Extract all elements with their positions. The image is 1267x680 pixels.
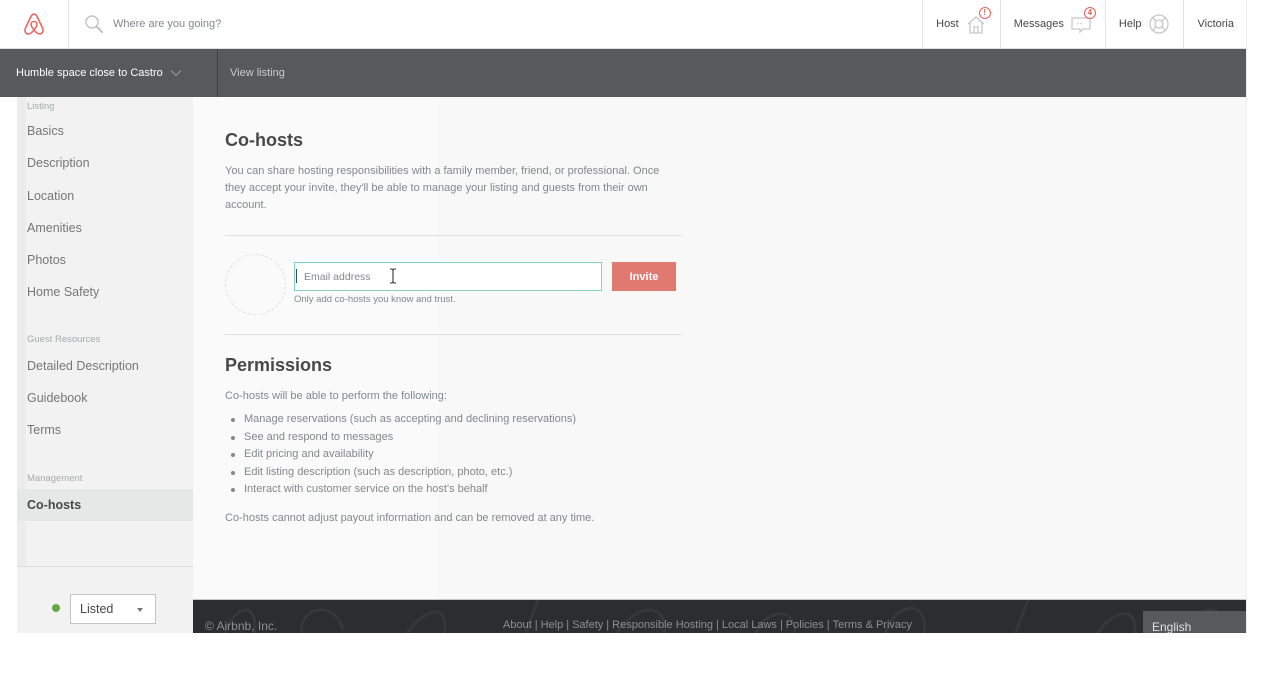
- sidebar-group-management: Management: [27, 473, 83, 484]
- permissions-title: Permissions: [225, 355, 333, 375]
- footer-links: About | Help | Safety | Responsible Hosting…: [503, 619, 912, 631]
- ibeam-cursor-icon: [390, 268, 396, 284]
- listing-status-dot: [52, 604, 60, 612]
- email-field[interactable]: [294, 262, 602, 291]
- footer-link-safety[interactable]: Safety: [572, 619, 603, 631]
- messages-count-badge: 4: [1083, 7, 1096, 19]
- search-input[interactable]: [113, 18, 413, 30]
- sidebar-item-detailed-description[interactable]: Detailed Description: [27, 359, 193, 373]
- copyright: © Airbnb, Inc.: [205, 619, 278, 633]
- divider: [225, 334, 682, 335]
- search-icon: [85, 15, 104, 34]
- sidebar-item-location[interactable]: Location: [27, 189, 193, 203]
- blank-area: [0, 633, 1267, 680]
- listing-status-select[interactable]: Listed: [70, 594, 156, 624]
- house-icon: !: [965, 7, 991, 35]
- sidebar-item-co-hosts[interactable]: Co-hosts: [17, 489, 193, 521]
- sidebar-gutter: [0, 97, 17, 633]
- airbnb-logo-icon: [24, 13, 44, 35]
- search-bar[interactable]: [69, 0, 922, 48]
- nav-host-label: Host: [936, 18, 959, 30]
- nav-user[interactable]: Victoria: [1182, 0, 1246, 48]
- logo-link[interactable]: [0, 0, 69, 48]
- permissions-footer: Co-hosts cannot adjust payout informatio…: [225, 512, 595, 524]
- footer-link-about[interactable]: About: [503, 619, 532, 631]
- avatar-placeholder: [225, 254, 286, 315]
- separator: |: [826, 619, 830, 631]
- nav-host[interactable]: Host !: [922, 0, 1000, 48]
- sidebar-divider: [17, 566, 193, 567]
- nav-messages[interactable]: Messages 4: [999, 0, 1105, 48]
- sidebar-group-listing: Listing: [27, 101, 55, 112]
- top-header: Host ! Messages 4 Help Victoria: [0, 0, 1246, 49]
- cohosts-intro: You can share hosting responsibilities w…: [225, 165, 660, 211]
- nav-help-label: Help: [1118, 18, 1142, 30]
- sidebar-item-basics[interactable]: Basics: [27, 124, 193, 138]
- nav-messages-label: Messages: [1013, 18, 1064, 30]
- text-cursor: [296, 269, 297, 283]
- nav-help[interactable]: Help: [1104, 0, 1183, 48]
- list-item: Manage reservations (such as accepting a…: [231, 411, 576, 429]
- listing-name: Humble space close to Castro: [16, 67, 163, 79]
- footer-link-local-laws[interactable]: Local Laws: [722, 619, 777, 631]
- permissions-list: Manage reservations (such as accepting a…: [231, 411, 576, 499]
- chat-bubble-icon: 4: [1070, 7, 1096, 35]
- site-footer: © Airbnb, Inc. About | Help | Safety | Resp…: [193, 599, 1246, 633]
- list-item: See and respond to messages: [231, 429, 576, 447]
- separator: |: [566, 619, 570, 631]
- sidebar-item-guidebook[interactable]: Guidebook: [27, 391, 193, 405]
- separator: |: [606, 619, 610, 631]
- sidebar-item-photos[interactable]: Photos: [27, 253, 193, 267]
- sidebar-item-amenities[interactable]: Amenities: [27, 221, 193, 235]
- user-name: Victoria: [1197, 18, 1234, 30]
- chevron-down-icon: [170, 70, 182, 77]
- view-listing-link[interactable]: View listing: [218, 67, 285, 79]
- footer-link-policies[interactable]: Policies: [786, 619, 824, 631]
- invite-hint: Only add co-hosts you know and trust.: [294, 294, 456, 305]
- separator: |: [534, 619, 538, 631]
- language-selector[interactable]: English: [1143, 611, 1246, 633]
- list-item: Edit pricing and availability: [231, 446, 576, 464]
- footer-link-help[interactable]: Help: [541, 619, 564, 631]
- separator: |: [716, 619, 719, 631]
- host-alert-badge: !: [978, 7, 991, 19]
- caret-down-icon: [137, 608, 143, 612]
- page-title: Co-hosts: [225, 130, 303, 150]
- sidebar-item-terms[interactable]: Terms: [27, 423, 193, 437]
- divider: [225, 235, 682, 236]
- footer-link-terms-privacy[interactable]: Terms & Privacy: [833, 619, 912, 631]
- lifebuoy-icon: [1148, 13, 1170, 35]
- permissions-intro: Co-hosts will be able to perform the fol…: [225, 390, 447, 402]
- listing-selector[interactable]: Humble space close to Castro: [0, 49, 218, 97]
- invite-button[interactable]: Invite: [612, 262, 676, 291]
- separator: |: [779, 619, 783, 631]
- listing-status-value: Listed: [80, 602, 114, 616]
- list-item: Edit listing description (such as descri…: [231, 464, 576, 482]
- list-item: Interact with customer service on the ho…: [231, 481, 576, 499]
- listing-subheader: Humble space close to Castro View listin…: [0, 49, 1246, 97]
- sidebar-item-description[interactable]: Description: [27, 156, 193, 170]
- page-scrollbar[interactable]: [1246, 0, 1267, 633]
- sidebar-group-guest-resources: Guest Resources: [27, 334, 101, 345]
- footer-link-responsible-hosting[interactable]: Responsible Hosting: [612, 619, 713, 631]
- sidebar-item-home-safety[interactable]: Home Safety: [27, 285, 193, 299]
